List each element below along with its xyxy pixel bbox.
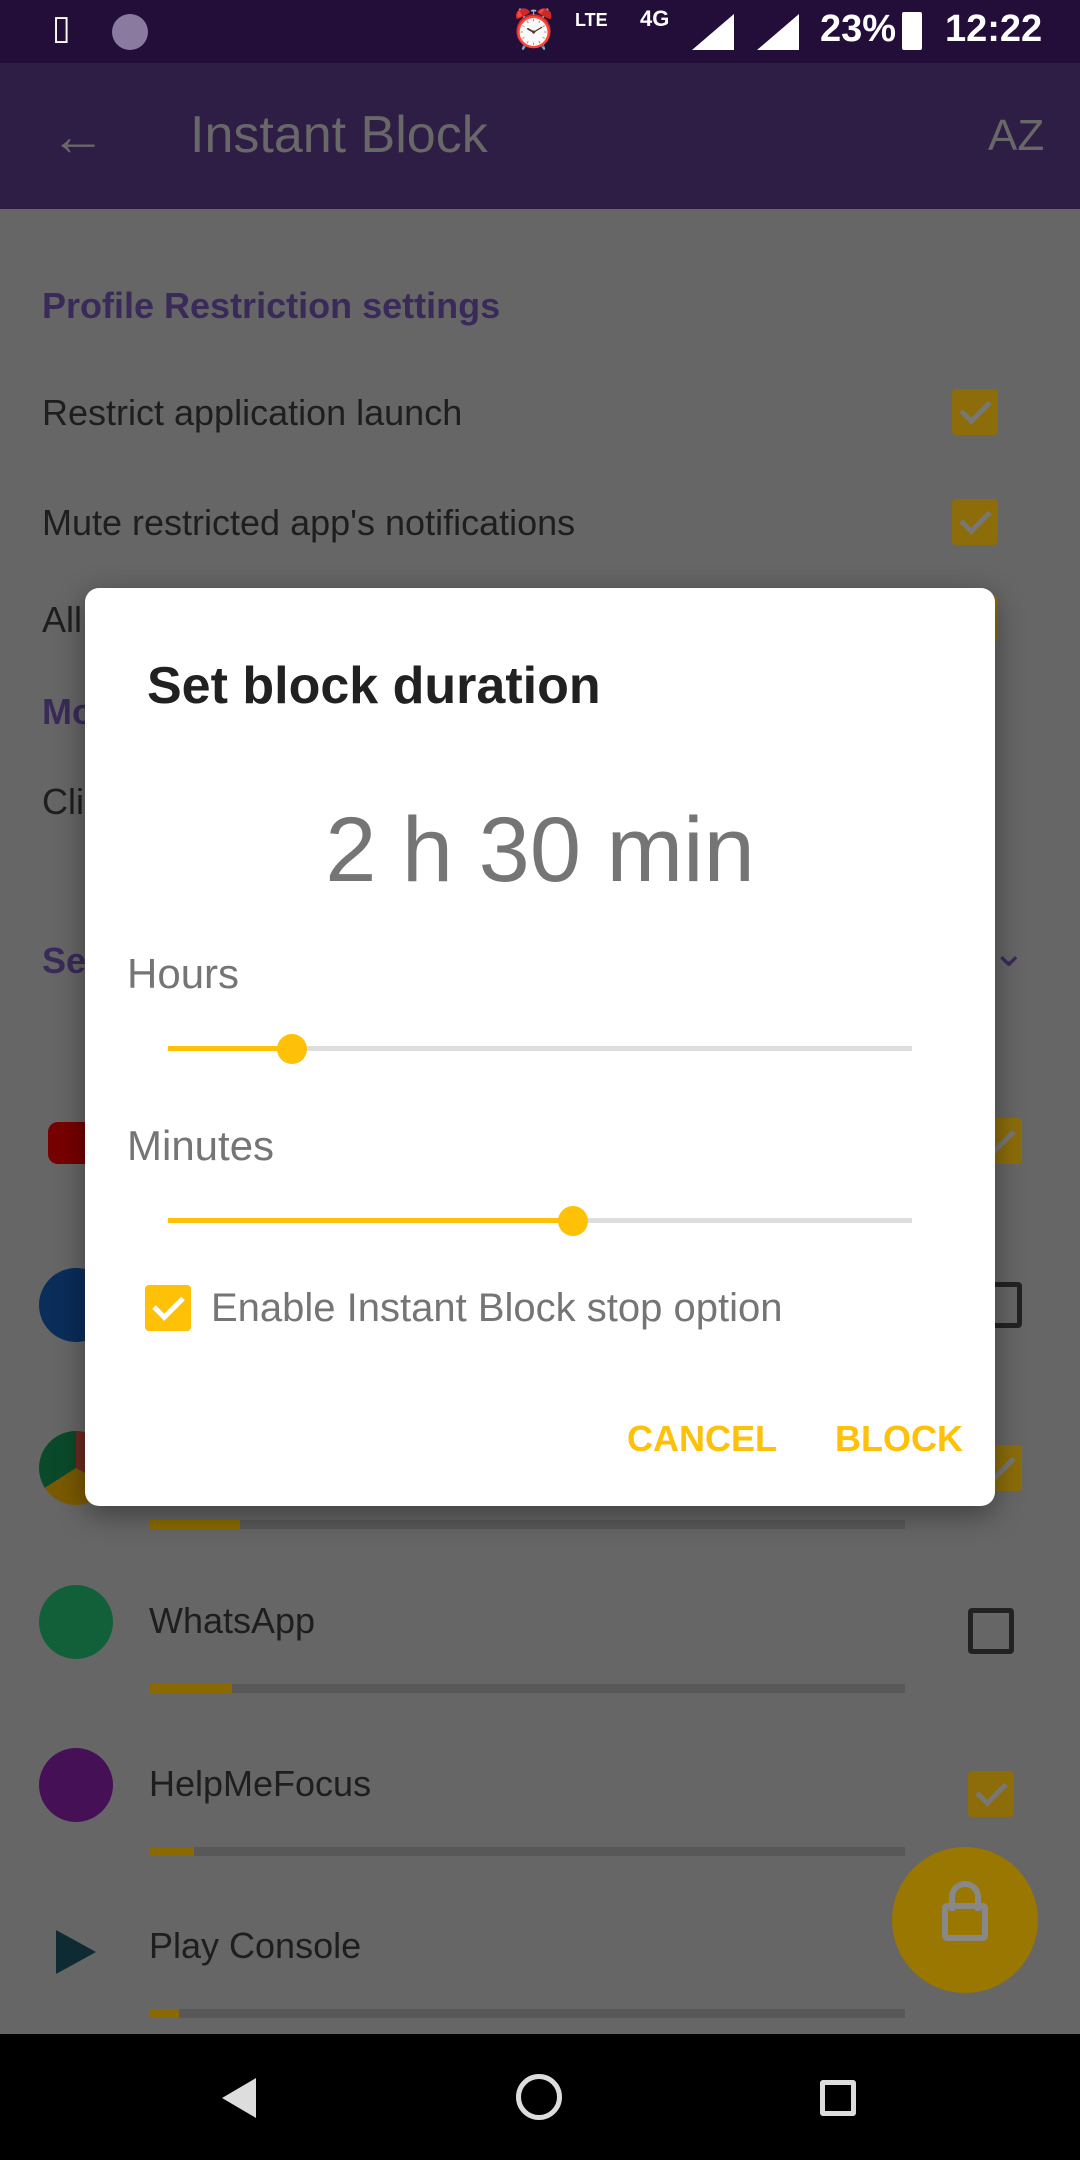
- duration-display: 2 h 30 min: [325, 799, 755, 901]
- section-title: Profile Restriction settings: [42, 285, 501, 326]
- usage-bar: [149, 2009, 905, 2018]
- signal-icon-2: [757, 14, 799, 50]
- setting-row-label[interactable]: All: [42, 599, 82, 641]
- setting-checkbox[interactable]: [952, 499, 998, 545]
- whatsapp-icon: [39, 1585, 113, 1659]
- battery-icon: [902, 12, 922, 50]
- stop-option-checkbox[interactable]: [145, 1285, 191, 1331]
- clock: 12:22: [945, 8, 1043, 50]
- play-console-icon: [56, 1930, 96, 1974]
- app-name: WhatsApp: [149, 1600, 316, 1641]
- setting-row-label[interactable]: Mute restricted app's notifications: [42, 502, 575, 544]
- recents-nav-icon[interactable]: [820, 2080, 856, 2116]
- network-type: 4G: [640, 6, 670, 31]
- page-title: Instant Block: [190, 106, 488, 164]
- hours-slider[interactable]: [168, 1034, 912, 1064]
- battery-percent: 23%: [820, 8, 897, 50]
- signal-icon: [692, 14, 734, 50]
- usage-bar: [149, 1847, 905, 1856]
- section-title-3: Se: [42, 940, 87, 981]
- usage-bar: [149, 1684, 905, 1693]
- block-button[interactable]: BLOCK: [835, 1418, 963, 1460]
- setting-row-label[interactable]: Restrict application launch: [42, 392, 462, 434]
- sync-icon: [112, 14, 148, 50]
- chevron-down-icon[interactable]: ⌄: [992, 930, 1026, 976]
- minutes-slider[interactable]: [168, 1206, 912, 1236]
- status-bar: ▯ ⏰ LTE 4G 23% 12:22: [0, 0, 1080, 63]
- set-block-duration-dialog: Set block duration 2 h 30 min Hours Minu…: [85, 588, 995, 1506]
- dialog-title: Set block duration: [147, 657, 601, 715]
- helpmefocus-icon: [39, 1748, 113, 1822]
- home-nav-icon[interactable]: [516, 2074, 562, 2120]
- lte-call-icon: LTE: [575, 10, 608, 30]
- setting-checkbox[interactable]: [952, 389, 998, 435]
- app-name: Play Console: [149, 1925, 362, 1966]
- toolbar: ← Instant Block AZ: [0, 63, 1080, 209]
- navigation-bar: [0, 2034, 1080, 2160]
- back-icon[interactable]: ←: [50, 103, 106, 168]
- sort-az-icon[interactable]: AZ: [988, 111, 1044, 161]
- stop-option-label[interactable]: Enable Instant Block stop option: [211, 1286, 782, 1331]
- app-checkbox[interactable]: [968, 1608, 1014, 1654]
- usage-bar: [149, 1520, 905, 1529]
- app-checkbox[interactable]: [968, 1771, 1014, 1817]
- alarm-icon: ⏰: [510, 9, 558, 51]
- setting-row-label[interactable]: Cli: [42, 781, 84, 823]
- minutes-slider-thumb[interactable]: [558, 1206, 589, 1236]
- lock-phone-icon: ▯: [52, 9, 71, 47]
- hours-slider-thumb[interactable]: [277, 1034, 308, 1064]
- back-nav-icon[interactable]: [222, 2078, 256, 2118]
- cancel-button[interactable]: CANCEL: [627, 1418, 777, 1460]
- minutes-label: Minutes: [127, 1122, 275, 1169]
- lock-fab-button[interactable]: [892, 1847, 1038, 1993]
- hours-label: Hours: [127, 950, 240, 997]
- app-name: HelpMeFocus: [149, 1763, 372, 1804]
